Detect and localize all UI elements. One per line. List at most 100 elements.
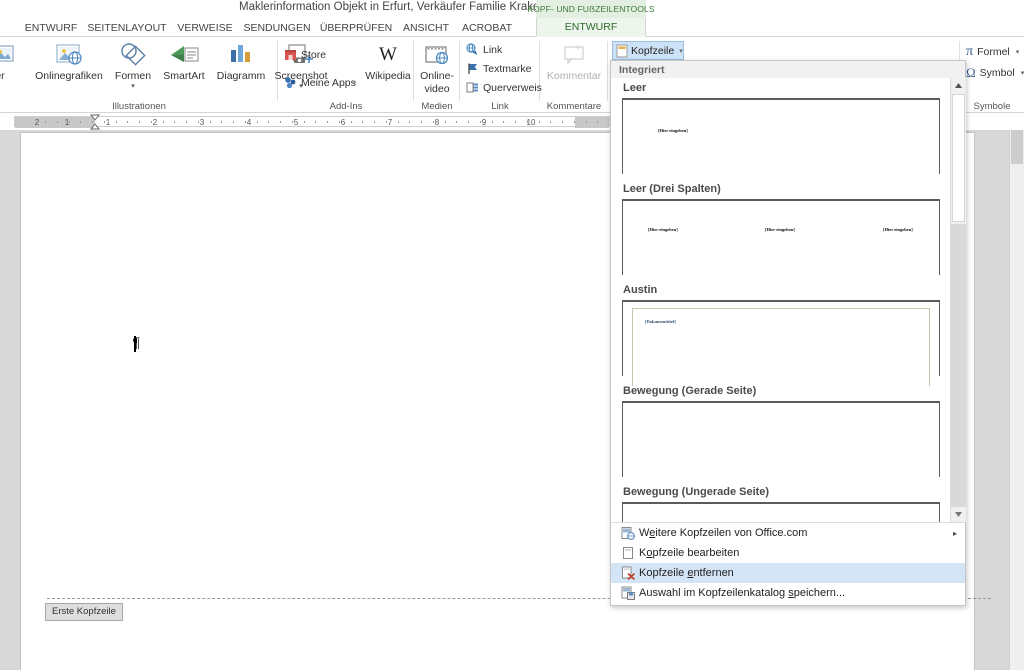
chevron-down-icon[interactable]: ▾ [1016, 48, 1020, 56]
ruler-tick [69, 121, 70, 123]
gallery-item[interactable]: Leer [Hier eingeben] [611, 78, 951, 179]
chart-icon [225, 39, 257, 69]
group-label-kommentare: Kommentare [546, 101, 602, 112]
ruler-tick [515, 121, 516, 123]
gallery-item-preview[interactable] [617, 501, 945, 522]
smartart-button[interactable]: SmartArt [156, 39, 212, 82]
gallery-scrollbar-thumb[interactable] [952, 94, 965, 222]
scroll-up-arrow-icon[interactable] [951, 78, 966, 93]
gallery-scroll-viewport[interactable]: Leer [Hier eingeben] Leer (Drei Spalten) [H… [611, 78, 951, 522]
ruler-tick [456, 121, 457, 123]
comment-icon [558, 39, 590, 69]
ribbon-tab-entwurf[interactable]: ENTWURF [536, 18, 646, 37]
bilder-button[interactable]: er [0, 39, 22, 82]
ruler-tick [503, 121, 504, 123]
ruler-tick [562, 121, 563, 123]
title-bar: Maklerinformation Objekt in Erfurt, Verk… [0, 0, 1024, 18]
meine-apps-button[interactable]: Meine Apps [284, 76, 356, 89]
ribbon-tab-sendungen[interactable]: SENDUNGEN [238, 18, 316, 37]
gallery-item-preview[interactable]: [Hier eingeben] [Hier eingeben] [Hier eing… [617, 198, 945, 276]
diagramm-button[interactable]: Diagramm [210, 39, 272, 82]
menu-item[interactable]: Weitere Kopfzeilen von Office.com ▸ [611, 523, 965, 543]
scroll-down-arrow-icon[interactable] [951, 507, 966, 522]
chevron-down-icon[interactable]: ▾ [679, 47, 683, 55]
bilder-label: er [0, 70, 5, 82]
ruler-tick [174, 121, 175, 123]
gallery-item-name: Bewegung (Ungerade Seite) [623, 486, 770, 498]
gallery-item-preview[interactable]: [Dokumenttitel] [617, 299, 945, 386]
gallery-item[interactable]: Bewegung (Gerade Seite) [611, 381, 951, 482]
kopfzeile-button[interactable]: Kopfzeile ▾ [612, 41, 684, 60]
gallery-item[interactable]: Austin [Dokumenttitel] [611, 280, 951, 386]
svg-text:W: W [379, 44, 397, 65]
wikipedia-label: Wikipedia [365, 70, 411, 82]
header-icon [616, 44, 628, 58]
menu-item[interactable]: Auswahl im Kopfzeilenkatalog speichern..… [611, 583, 965, 603]
group-separator [607, 41, 608, 101]
gallery-item[interactable]: Leer (Drei Spalten) [Hier eingeben] [Hier … [611, 179, 951, 280]
dash-label: - [353, 76, 357, 88]
menu-item[interactable]: Kopfzeile bearbeiten [611, 543, 965, 563]
onlinegrafiken-button[interactable]: Onlinegrafiken [28, 39, 110, 82]
document-vertical-scrollbar[interactable] [1009, 130, 1024, 670]
indent-marker[interactable] [89, 114, 101, 131]
ribbon-tab-acrobat[interactable]: ACROBAT [456, 18, 518, 37]
formel-label: Formel [977, 46, 1010, 58]
textmarke-button[interactable]: Textmarke [466, 62, 531, 75]
paragraph-mark: ¶ [133, 335, 140, 351]
formen-button[interactable]: Formen ▾ [108, 39, 158, 90]
ribbon-tab-ansicht[interactable]: ANSICHT [396, 18, 456, 37]
scrollbar-track-lower[interactable] [951, 224, 966, 507]
menu-item-label: Auswahl im Kopfzeilenkatalog speichern..… [639, 587, 846, 599]
scrollbar-thumb[interactable] [1011, 130, 1023, 164]
menu-item[interactable]: Kopfzeile entfernen [611, 563, 965, 583]
wikipedia-icon: W [373, 39, 403, 69]
ruler-tick [409, 121, 410, 123]
ruler-band[interactable]: 2 1 1 2 3 4 5 6 7 8 9 10 [14, 114, 610, 130]
symbol-label: Symbol [979, 67, 1015, 79]
ruler-tick [539, 121, 540, 123]
diagramm-label: Diagramm [216, 70, 266, 82]
ruler-tick [116, 121, 117, 123]
wikipedia-button[interactable]: W Wikipedia [362, 39, 414, 82]
gallery-scrollbar[interactable] [950, 78, 966, 522]
menu-item-label: Kopfzeile entfernen [639, 567, 734, 579]
ribbon-tab-verweise[interactable]: VERWEISE [172, 18, 238, 37]
header-placeholder-text: [Hier eingeben] [883, 227, 913, 232]
formel-button[interactable]: π Formel ▾ [966, 44, 1019, 60]
ribbon-tab-entwurf[interactable]: ENTWURF [20, 18, 82, 37]
store-button[interactable]: Store [284, 48, 326, 61]
ruler-tick [163, 121, 164, 123]
document-title: Maklerinformation Objekt in Erfurt, Verk… [239, 1, 591, 13]
onlinevideo-button[interactable]: Online- video [414, 39, 460, 95]
ribbon-tab-seitenlayout[interactable]: SEITENLAYOUT [82, 18, 172, 37]
querverweis-button[interactable]: Querverweis [466, 81, 542, 94]
ruler-tick [362, 121, 363, 123]
textmarke-label: Textmarke [483, 62, 532, 75]
link-button[interactable]: Link [466, 43, 502, 56]
chevron-down-icon[interactable]: ▾ [131, 83, 135, 90]
gallery-item-preview[interactable]: [Hier eingeben] [617, 97, 945, 175]
onlinevideo-label-line1: Online- [420, 70, 454, 82]
ruler-tick [586, 121, 587, 123]
kommentar-label: Kommentar [546, 70, 602, 82]
gallery-item[interactable]: Bewegung (Ungerade Seite) [611, 482, 951, 522]
kopfzeile-label: Kopfzeile [631, 44, 675, 57]
group-label-link: Link [491, 101, 509, 112]
gallery-item-preview[interactable] [617, 400, 945, 478]
ruler-number: 5 [293, 118, 299, 127]
ruler-tick [574, 121, 575, 123]
group-label-illustrationen: Illustrationen [112, 101, 166, 112]
header-placeholder-text: [Hier eingeben] [765, 227, 795, 232]
remove-header-icon [617, 566, 639, 580]
first-header-tab: Erste Kopfzeile [45, 603, 123, 621]
gallery-item-name: Leer (Drei Spalten) [623, 183, 721, 195]
ruler-tick [468, 121, 469, 123]
ruler-tick [139, 121, 140, 123]
kopfzeile-gallery-dropdown: Integriert Leer [Hier eingeben] Leer (Drei… [610, 60, 966, 606]
ribbon-tab-berprfen[interactable]: ÜBERPRÜFEN [316, 18, 396, 37]
menu-item-label: Weitere Kopfzeilen von Office.com [639, 527, 808, 539]
ruler-tick [233, 121, 234, 123]
symbol-button[interactable]: Ω Symbol ▾ [966, 65, 1024, 81]
save-selection-icon [617, 586, 639, 600]
